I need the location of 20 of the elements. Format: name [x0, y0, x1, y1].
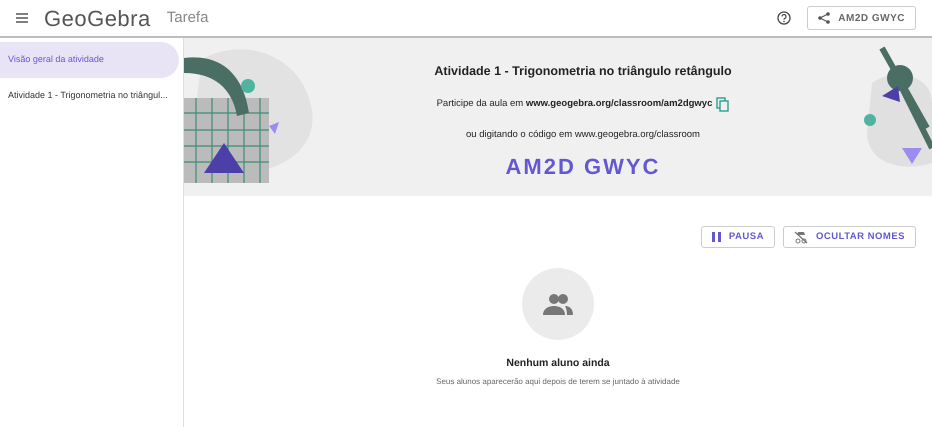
share-button[interactable]: AM2D GWYC — [807, 6, 916, 30]
menu-icon[interactable] — [16, 13, 28, 23]
people-icon — [543, 293, 573, 315]
help-icon[interactable] — [777, 11, 792, 25]
hidden-person-icon — [794, 230, 808, 244]
sidebar-item[interactable]: Atividade 1 - Trigonometria no triângul... — [0, 78, 179, 113]
class-code: AM2D GWYC — [506, 153, 660, 181]
page-title: Tarefa — [166, 8, 208, 28]
code-instructions: ou digitando o código em www.geogebra.org/classroom — [466, 128, 700, 142]
join-instructions: Participe da aula em www.geogebra.org/classroom/am2dgwyc — [436, 97, 712, 112]
pause-button[interactable]: PAUSA — [700, 226, 775, 248]
activity-title: Atividade 1 - Trigonometria no triângulo retângulo — [434, 63, 732, 80]
sidebar-item[interactable]: Visão geral da atividade — [0, 42, 179, 78]
share-icon — [818, 12, 830, 24]
copy-icon[interactable] — [716, 96, 730, 112]
pause-icon — [712, 232, 721, 242]
logo[interactable]: GeoGebra — [44, 2, 151, 34]
hide-names-button[interactable]: OCULTAR NOMES — [782, 226, 916, 248]
empty-state-title: Nenhum aluno ainda — [506, 356, 610, 371]
empty-state-subtitle: Seus alunos aparecerão aqui depois de terem se juntado à atividade — [436, 376, 680, 388]
